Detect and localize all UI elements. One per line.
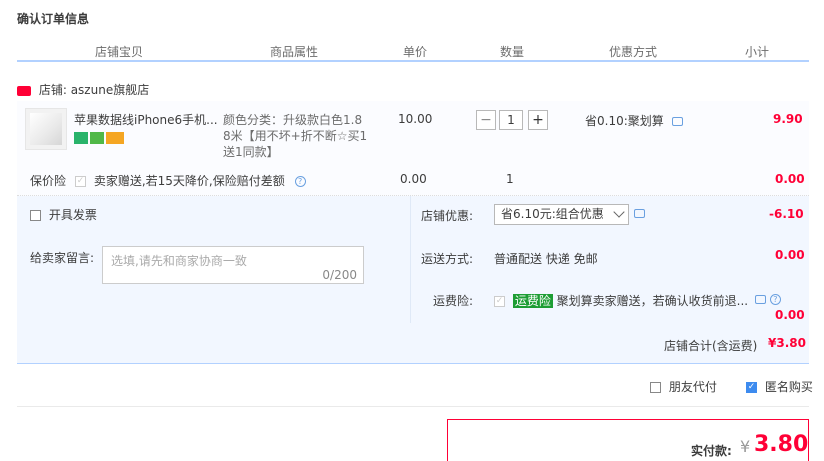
payment-summary-box: 实付款: ¥ 3.80 (447, 419, 809, 461)
shop-total-label: 店铺合计(含运费) (664, 339, 758, 353)
freight-insurance-label: 运费险: (433, 294, 474, 308)
insurance-price: 0.00 (400, 172, 427, 186)
product-attr-line1: 颜色分类：升级款白色1.8 (223, 113, 363, 127)
column-header-unit-price: 单价 (403, 45, 428, 59)
comment-icon[interactable] (671, 117, 683, 126)
qty-decrease-button[interactable]: − (476, 110, 496, 130)
anonymous-purchase-option: ✓ 匿名购买 (746, 378, 813, 395)
panel-divider (410, 196, 411, 323)
column-header-quantity: 数量 (500, 45, 525, 59)
pay-amount: 3.80 (754, 432, 809, 457)
invoice-checkbox[interactable] (30, 210, 41, 221)
invoice-label: 开具发票 (48, 208, 97, 222)
shop-discount-label: 店铺优惠: (421, 209, 474, 223)
insurance-qty: 1 (506, 172, 514, 186)
pay-label: 实付款: (691, 444, 732, 458)
qty-increase-button[interactable]: + (528, 110, 548, 130)
credit-card-icon (106, 131, 124, 144)
product-title-link[interactable]: 苹果数据线iPhone6手机... (74, 111, 218, 128)
seller-message-textarea[interactable]: 选填,请先和商家协商一致 0/200 (102, 246, 364, 284)
freight-insurance-desc: 聚划算卖家赠送，若确认收货前退... (556, 294, 749, 308)
freight-insurance-row: ✓ 运费险 聚划算卖家赠送，若确认收货前退... (494, 292, 748, 309)
shop-row: 店铺: aszune旗舰店 (17, 81, 149, 98)
insurance-label: 保价险 (30, 174, 67, 188)
message-counter: 0/200 (322, 268, 357, 282)
help-icon[interactable]: ? (769, 294, 781, 305)
insurance-desc-row: ✓ 卖家赠送,若15天降价,保险赔付差额 ? (75, 172, 306, 189)
shop-label: 店铺: (38, 83, 67, 97)
discount-info: 省0.10:聚划算 (585, 112, 683, 129)
quantity-input[interactable]: 1 (499, 110, 523, 130)
column-header-shop-item: 店铺宝贝 (95, 45, 144, 59)
shop-total-value: ¥3.80 (768, 336, 806, 350)
invoice-option: 开具发票 (30, 206, 97, 223)
product-image (30, 113, 62, 145)
tmall-shop-icon (17, 85, 31, 96)
insurance-checkbox[interactable]: ✓ (75, 176, 86, 187)
pay-currency: ¥ (740, 437, 751, 456)
anonymous-checkbox[interactable]: ✓ (746, 382, 757, 393)
shop-discount-amount: -6.10 (769, 207, 804, 221)
shipping-value: 普通配送 快递 免邮 (494, 252, 598, 266)
shop-discount-secondary: 0.00 (775, 248, 805, 262)
service-badges (74, 130, 126, 144)
shop-discount-selected: 省6.10元:组合优惠 (501, 207, 604, 221)
comment-icon[interactable] (634, 209, 645, 218)
discount-text: 省0.10:聚划算 (585, 114, 664, 128)
divider (17, 406, 809, 407)
product-attr-line3: 送1同款】 (223, 145, 279, 159)
freight-insurance-tag: 运费险 (512, 294, 553, 308)
friend-pay-checkbox[interactable] (650, 382, 661, 393)
shop-name-link[interactable]: aszune旗舰店 (71, 83, 150, 97)
message-label: 给卖家留言: (30, 251, 95, 265)
freight-insurance-checkbox[interactable]: ✓ (494, 296, 505, 307)
column-header-attributes: 商品属性 (270, 45, 319, 59)
item-subtotal: 9.90 (773, 112, 803, 126)
header-divider (17, 60, 809, 62)
friend-pay-option: 朋友代付 (650, 378, 717, 395)
page-title: 确认订单信息 (17, 12, 90, 26)
guarantee-icon (90, 131, 104, 144)
message-placeholder: 选填,请先和商家协商一致 (111, 254, 247, 268)
seven-day-return-icon (74, 131, 88, 144)
product-attr-line2: 8米【用不坏+折不断☆买1 (223, 129, 368, 143)
friend-pay-label: 朋友代付 (668, 380, 717, 394)
shipping-amount: 0.00 (775, 308, 805, 322)
help-icon[interactable]: ? (294, 176, 306, 187)
freight-insurance-icons: ? (755, 292, 781, 306)
chevron-down-icon (613, 206, 625, 218)
anonymous-label: 匿名购买 (764, 380, 813, 394)
column-header-discount: 优惠方式 (609, 45, 658, 59)
insurance-subtotal: 0.00 (775, 172, 805, 186)
unit-price: 10.00 (398, 112, 433, 126)
product-thumbnail[interactable] (25, 108, 67, 150)
shipping-label: 运送方式: (421, 252, 474, 266)
insurance-desc: 卖家赠送,若15天降价,保险赔付差额 (93, 174, 285, 188)
shop-discount-select[interactable]: 省6.10元:组合优惠 (494, 204, 629, 225)
column-header-subtotal: 小计 (745, 45, 770, 59)
comment-icon[interactable] (755, 295, 766, 304)
